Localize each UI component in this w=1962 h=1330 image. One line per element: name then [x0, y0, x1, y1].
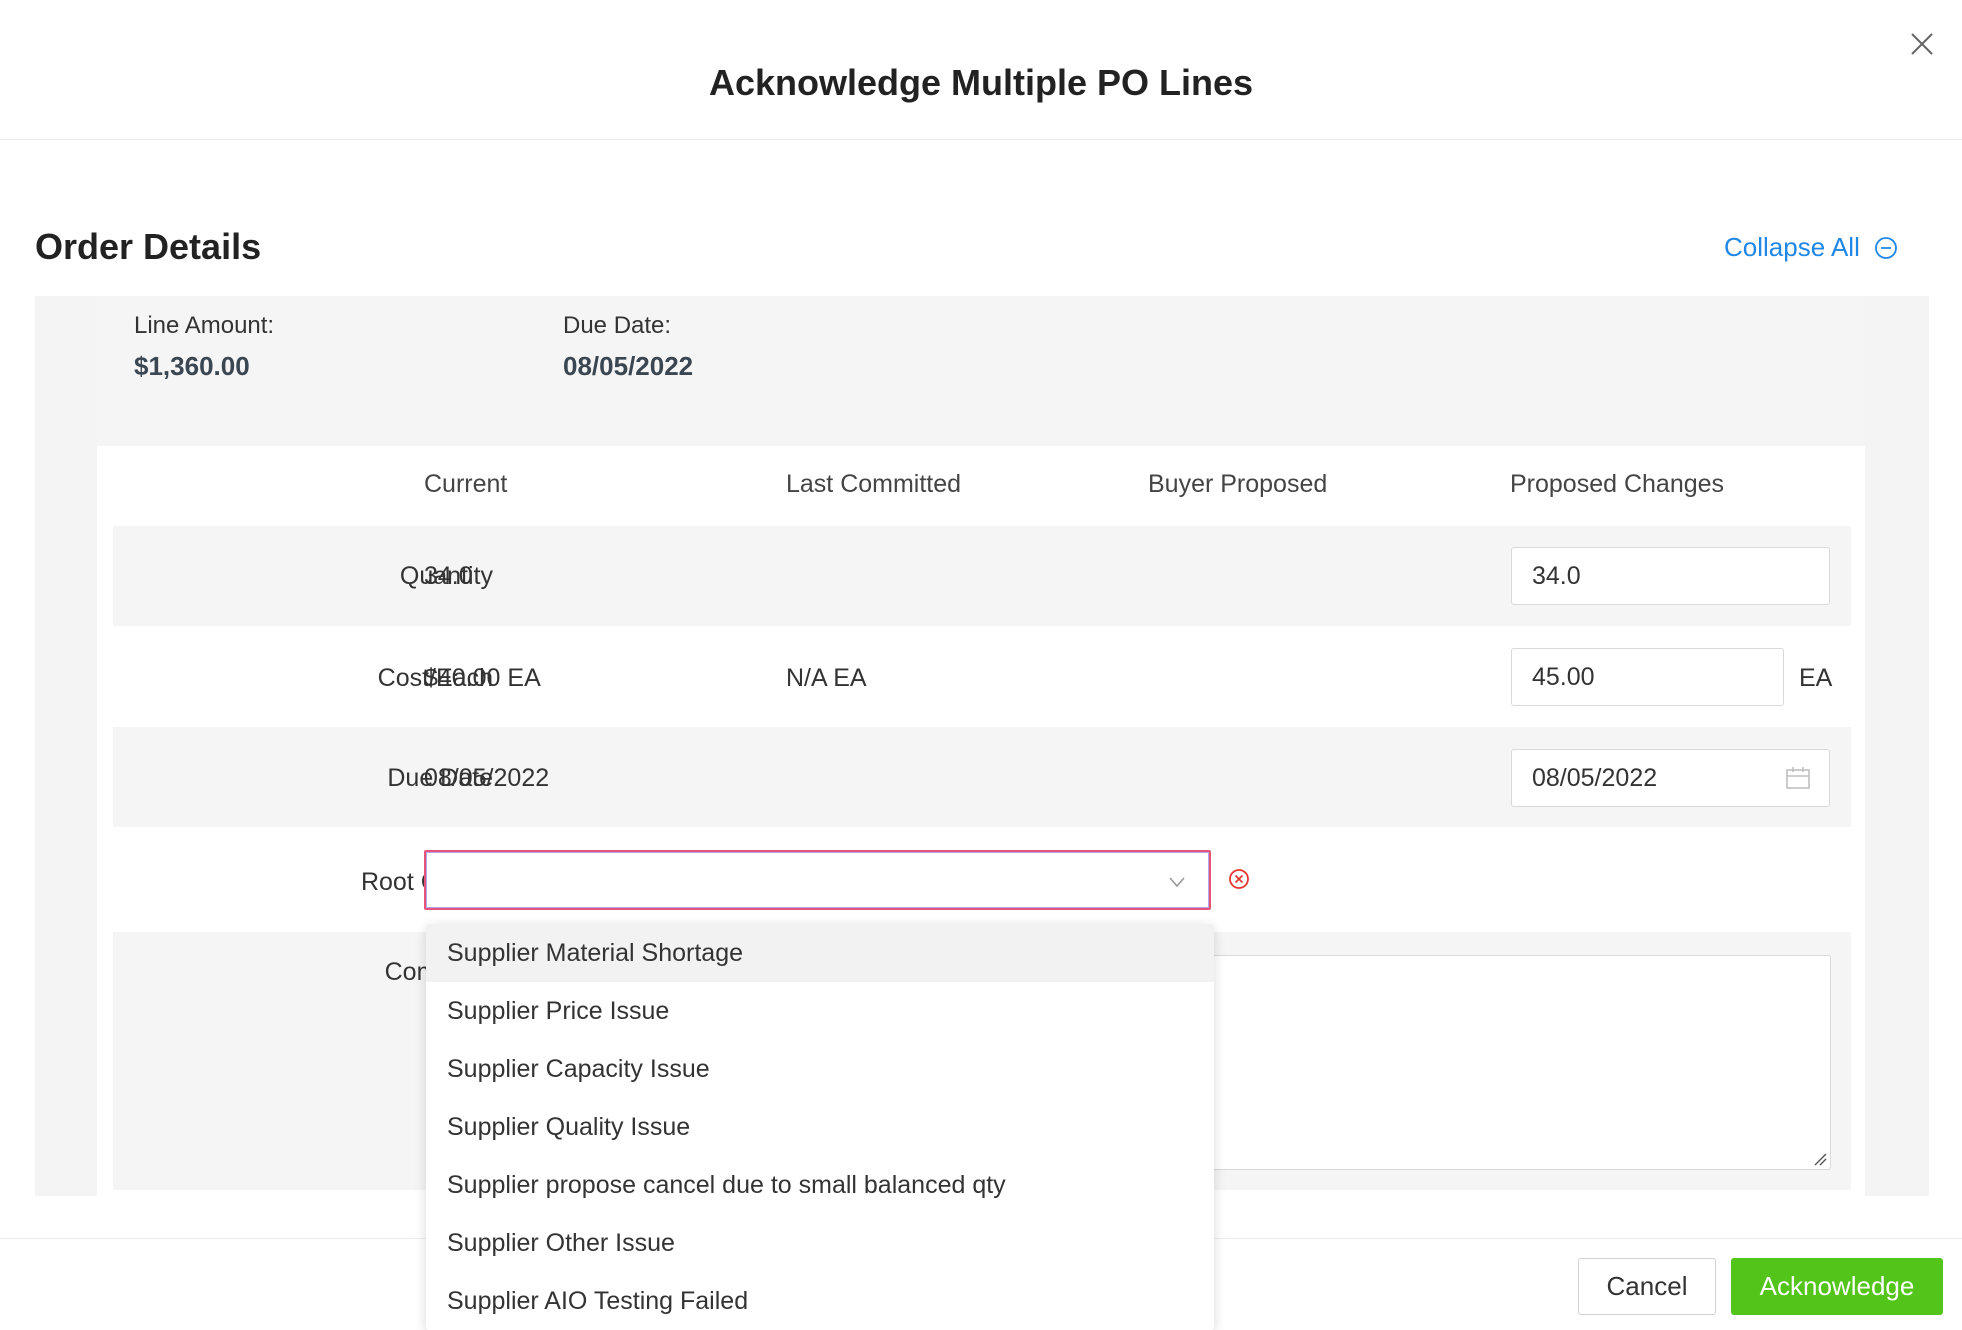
resize-handle-icon[interactable]	[1813, 1152, 1827, 1166]
column-header-current: Current	[424, 470, 508, 498]
comment-textarea[interactable]	[1190, 955, 1831, 1170]
modal-header: Acknowledge Multiple PO Lines	[0, 0, 1962, 140]
cost-current: $40.00 EA	[424, 664, 541, 692]
collapse-all-button[interactable]: Collapse All	[1724, 232, 1898, 263]
dropdown-option[interactable]: Supplier Price Issue	[426, 982, 1214, 1040]
modal-title: Acknowledge Multiple PO Lines	[708, 62, 1254, 103]
dropdown-option[interactable]: Supplier Other Issue	[426, 1214, 1214, 1272]
dropdown-option[interactable]: Supplier propose cancel due to small bal…	[426, 1156, 1214, 1214]
calendar-icon[interactable]	[1785, 766, 1811, 790]
dropdown-option[interactable]: Supplier Material Shortage	[426, 924, 1214, 982]
line-amount-label: Line Amount:	[134, 312, 275, 339]
collapse-all-label: Collapse All	[1724, 232, 1860, 262]
quantity-input[interactable]: 34.0	[1511, 547, 1830, 605]
line-amount-value: $1,360.00	[134, 351, 250, 381]
acknowledge-button[interactable]: Acknowledge	[1731, 1258, 1943, 1315]
due-date-label: Due Date:	[563, 312, 672, 339]
dropdown-option[interactable]: Supplier Capacity Issue	[426, 1040, 1214, 1098]
root-cause-select[interactable]	[424, 850, 1211, 910]
close-icon[interactable]	[1908, 30, 1936, 58]
cost-input[interactable]: 45.00	[1511, 648, 1784, 706]
quantity-current: 34.0	[424, 562, 473, 590]
due-date-value: 08/05/2022	[563, 351, 694, 381]
column-header-buyer-proposed: Buyer Proposed	[1148, 470, 1328, 498]
dropdown-option[interactable]: Supplier Quality Issue	[426, 1098, 1214, 1156]
dropdown-option[interactable]: Supplier AIO Testing Failed	[426, 1272, 1214, 1330]
column-header-proposed-changes: Proposed Changes	[1510, 470, 1725, 498]
cost-last-committed: N/A EA	[786, 664, 867, 692]
due-date-picker-value: 08/05/2022	[1532, 763, 1658, 792]
due-date-picker[interactable]: 08/05/2022	[1511, 749, 1830, 807]
chevron-down-icon	[1169, 877, 1185, 888]
root-cause-dropdown: Supplier Material Shortage Supplier Pric…	[426, 924, 1214, 1330]
cost-input-value: 45.00	[1532, 662, 1595, 691]
section-title: Order Details	[35, 226, 262, 267]
cancel-button[interactable]: Cancel	[1578, 1258, 1716, 1315]
error-circle-icon	[1229, 869, 1249, 889]
column-header-last-committed: Last Committed	[786, 470, 962, 498]
collapse-circle-icon	[1874, 236, 1897, 259]
due-date-current: 08/05/2022	[424, 764, 550, 792]
line-summary: Line Amount: $1,360.00 Due Date: 08/05/2…	[97, 296, 1865, 446]
cost-unit: EA	[1799, 664, 1833, 692]
quantity-input-value: 34.0	[1532, 561, 1581, 590]
